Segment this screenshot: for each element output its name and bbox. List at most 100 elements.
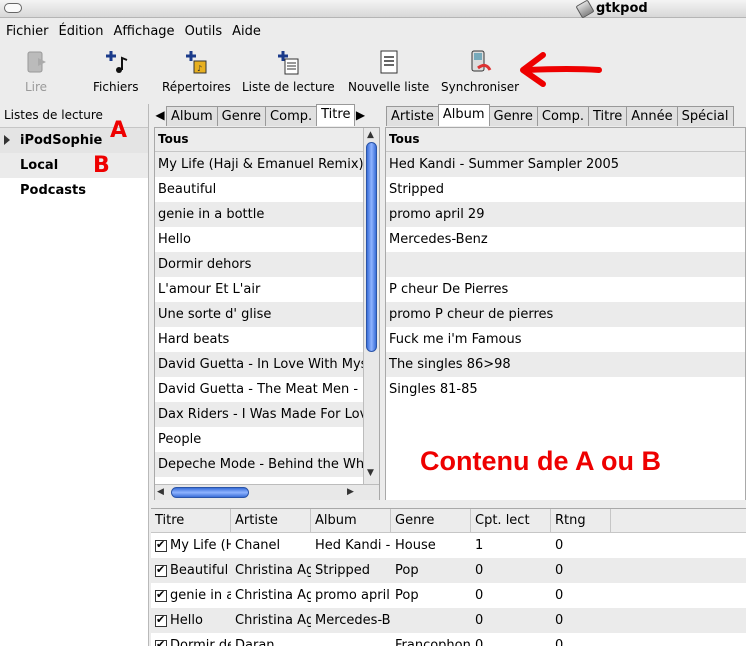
annotation-a: A [110,118,128,143]
album-list-item[interactable]: Mercedes-Benz [386,227,745,252]
playlist-item-local[interactable]: Local [0,153,148,178]
title-list-item[interactable]: Beautiful [155,177,363,202]
track-checkbox[interactable] [155,588,167,602]
right-list-header[interactable]: Tous [386,128,745,152]
album-list-item[interactable]: Singles 81-85 [386,377,745,402]
scroll-down-icon[interactable]: ▼ [367,468,374,478]
title-list-item[interactable]: Depeche Mode - Behind the Wh [155,452,363,477]
tab-scroll-right-icon[interactable]: ▶ [354,108,366,122]
menu-bar: Fichier Édition Affichage Outils Aide [0,19,746,43]
track-title: My Life (H [151,538,231,553]
track-genre: Pop [395,588,419,603]
track-artist: Christina Ag [235,613,311,628]
add-directory-button[interactable]: ♪ Répertoires [162,48,231,94]
track-row[interactable]: My Life (H Chanel Hed Kandi - House 1 0 [151,533,746,558]
menu-outils[interactable]: Outils [183,24,231,39]
track-row[interactable]: Beautiful Christina Ag Stripped Pop 0 0 [151,558,746,583]
play-button[interactable]: Lire [22,48,50,94]
title-list-item[interactable]: genie in a bottle [155,202,363,227]
column-play-count[interactable]: Cpt. lect [471,509,551,532]
column-titre[interactable]: Titre [151,509,231,532]
tab-comp-right[interactable]: Comp. [536,106,589,126]
album-list-item[interactable]: Fuck me i'm Famous [386,327,745,352]
column-album[interactable]: Album [311,509,391,532]
track-checkbox[interactable] [155,563,167,577]
track-title-text: Beautiful [170,563,229,578]
track-checkbox[interactable] [155,538,167,552]
menu-edition[interactable]: Édition [57,24,112,39]
left-sort-list: Tous My Life (Haji & Emanuel Remix) Beaut… [154,127,380,501]
tab-artiste[interactable]: Artiste [386,106,439,126]
album-list-item[interactable]: Stripped [386,177,745,202]
tab-titre[interactable]: Titre [316,104,356,126]
album-list-item[interactable]: Hed Kandi - Summer Sampler 2005 [386,152,745,177]
add-files-button[interactable]: Fichiers [93,48,138,94]
sync-button[interactable]: Synchroniser [441,48,519,94]
scroll-right-icon[interactable]: ▶ [347,487,354,497]
title-list-item[interactable]: David Guetta - In Love With Mys [155,352,363,377]
left-vertical-thumb[interactable] [366,142,377,352]
left-vertical-scrollbar[interactable]: ▲ ▼ [363,128,379,484]
track-rating: 0 [555,538,564,553]
album-list-item[interactable] [386,252,745,277]
right-sort-list: Tous Hed Kandi - Summer Sampler 2005 Stri… [385,127,746,501]
track-row[interactable]: genie in a Christina Ag promo april Pop 0 0 [151,583,746,608]
left-horizontal-thumb[interactable] [171,487,249,498]
new-playlist-button[interactable]: Nouvelle liste [348,48,429,94]
add-playlist-icon [278,51,299,75]
album-list-item[interactable]: promo P cheur de pierres [386,302,745,327]
title-list-item[interactable]: Une sorte d' glise [155,302,363,327]
menu-affichage[interactable]: Affichage [111,24,182,39]
track-play-count: 0 [475,588,484,603]
title-bar: gtkpod [0,0,746,19]
track-rating: 0 [555,588,564,603]
add-playlist-button[interactable]: Liste de lecture [242,48,335,94]
title-list-item[interactable]: Hello [155,227,363,252]
pane-splitter[interactable] [151,500,746,508]
menu-aide[interactable]: Aide [230,24,269,39]
scroll-up-icon[interactable]: ▲ [367,130,374,140]
title-list-item[interactable]: L'amour Et L'air [155,277,363,302]
tab-special[interactable]: Spécial [676,106,734,126]
tab-titre-right[interactable]: Titre [587,106,628,126]
playlist-item-podcasts[interactable]: Podcasts [0,178,148,203]
tab-album-right[interactable]: Album [437,104,490,126]
column-rating[interactable]: Rtng [551,509,611,532]
tab-comp[interactable]: Comp. [265,106,318,126]
track-rating: 0 [555,638,564,646]
track-genre: Pop [395,563,419,578]
track-title-text: genie in a [170,588,231,603]
tab-genre-right[interactable]: Genre [488,106,538,126]
tab-annee[interactable]: Année [626,106,678,126]
column-genre[interactable]: Genre [391,509,471,532]
tab-genre[interactable]: Genre [216,106,267,126]
left-sort-tabs: ◀ Album Genre Comp. Titre ▶ [154,104,366,126]
album-list-item[interactable]: promo april 29 [386,202,745,227]
new-list-icon [380,50,398,74]
expander-arrow-icon[interactable] [4,135,10,145]
track-checkbox[interactable] [155,613,167,627]
title-list-item[interactable]: Dormir dehors [155,252,363,277]
left-horizontal-scrollbar[interactable]: ◀ ▶ [155,484,379,500]
content-annotation: Contenu de A ou B [420,446,661,476]
left-list-header[interactable]: Tous [155,128,363,152]
title-list-item[interactable]: People [155,427,363,452]
track-title-text: Dormir de [170,638,231,646]
track-row[interactable]: Dormir de Daran Francophon 0 0 [151,633,746,646]
add-music-icon [105,51,128,73]
tab-scroll-left-icon[interactable]: ◀ [154,108,166,122]
scroll-left-icon[interactable]: ◀ [157,487,164,497]
album-list-item[interactable]: The singles 86>98 [386,352,745,377]
title-list-item[interactable]: Dax Riders - I Was Made For Lov [155,402,363,427]
window-menu-button[interactable] [4,3,22,13]
track-title: Dormir de [151,638,231,646]
column-artiste[interactable]: Artiste [231,509,311,532]
title-list-item[interactable]: Hard beats [155,327,363,352]
track-row[interactable]: Hello Christina Ag Mercedes-B 0 0 [151,608,746,633]
title-list-item[interactable]: My Life (Haji & Emanuel Remix) [155,152,363,177]
menu-fichier[interactable]: Fichier [4,24,57,39]
track-checkbox[interactable] [155,638,167,646]
album-list-item[interactable]: P cheur De Pierres [386,277,745,302]
title-list-item[interactable]: David Guetta - The Meat Men - [155,377,363,402]
tab-album[interactable]: Album [166,106,218,126]
